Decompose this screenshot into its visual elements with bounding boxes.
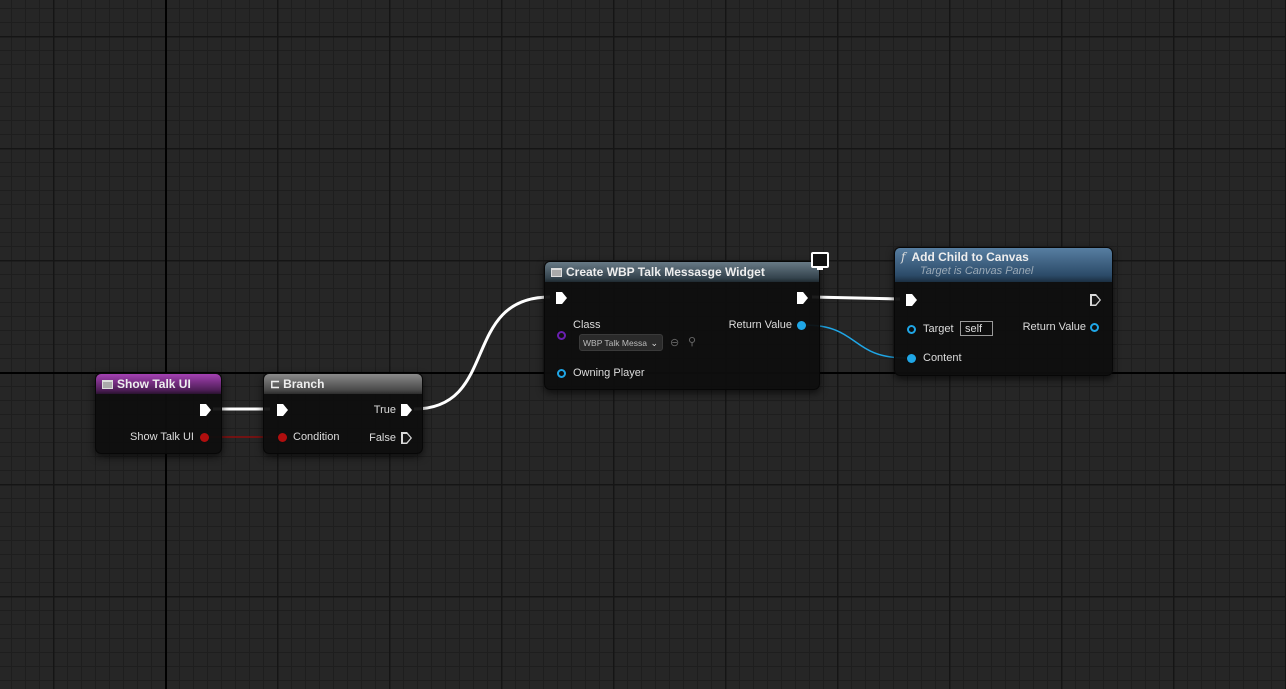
exec-in-pin[interactable]: [906, 294, 917, 306]
exec-false-pin[interactable]: [401, 432, 412, 444]
node-title: Show Talk UI: [117, 377, 191, 391]
wire-exec-true-to-create: [413, 295, 551, 411]
pin-label-show-talk-ui: Show Talk UI: [130, 431, 194, 443]
exec-true-pin[interactable]: [401, 404, 412, 416]
pin-label-owning-player: Owning Player: [573, 367, 645, 379]
pin-label-true: True: [373, 404, 396, 416]
condition-pin[interactable]: [278, 433, 287, 442]
node-header[interactable]: Show Talk UI: [96, 374, 221, 394]
node-title: Create WBP Talk Messasge Widget: [566, 265, 765, 279]
class-select-value: WBP Talk Messa: [583, 338, 647, 348]
return-value-pin[interactable]: [797, 321, 806, 330]
branch-icon: ⊏: [270, 377, 281, 391]
target-input[interactable]: self: [960, 321, 993, 336]
node-add-child-to-canvas[interactable]: f Add Child to Canvas Target is Canvas Pa…: [894, 247, 1113, 376]
exec-out-pin[interactable]: [200, 404, 211, 416]
node-subtitle: Target is Canvas Panel: [920, 265, 1034, 277]
content-pin[interactable]: [907, 354, 916, 363]
exec-in-pin[interactable]: [277, 404, 288, 416]
pin-label-content: Content: [923, 352, 962, 364]
exec-in-pin[interactable]: [556, 292, 567, 304]
exec-out-pin[interactable]: [797, 292, 808, 304]
chevron-down-icon: ⌄: [650, 338, 658, 348]
grid-axis-vertical: [165, 0, 167, 689]
exec-out-pin[interactable]: [1090, 294, 1101, 306]
wire-exec-create-to-addchild: [811, 295, 901, 301]
return-value-pin[interactable]: [1090, 323, 1099, 332]
pin-label-target: Target: [923, 323, 954, 335]
node-branch[interactable]: ⊏ Branch Condition True False: [263, 373, 423, 454]
node-header[interactable]: f Add Child to Canvas Target is Canvas Pa…: [895, 248, 1112, 282]
node-create-widget[interactable]: Create WBP Talk Messasge Widget Class WB…: [544, 261, 820, 390]
bool-out-pin[interactable]: [200, 433, 209, 442]
event-icon: [102, 380, 113, 389]
browse-icon[interactable]: ⚲: [688, 335, 696, 348]
pin-label-return-value: Return Value: [1022, 321, 1086, 333]
node-header[interactable]: ⊏ Branch: [264, 374, 422, 394]
pin-label-return-value: Return Value: [728, 319, 792, 331]
class-select[interactable]: WBP Talk Messa ⌄: [579, 334, 663, 351]
widget-icon: [551, 268, 562, 277]
owning-player-pin[interactable]: [557, 369, 566, 378]
pin-label-condition: Condition: [293, 431, 340, 443]
class-pin[interactable]: [557, 331, 566, 340]
node-show-talk-ui[interactable]: Show Talk UI Show Talk UI: [95, 373, 222, 454]
node-title: Branch: [283, 377, 325, 391]
use-selected-icon[interactable]: ⊖: [670, 336, 679, 349]
pin-label-false: False: [369, 432, 396, 444]
pin-label-class: Class: [573, 319, 601, 331]
node-header[interactable]: Create WBP Talk Messasge Widget: [545, 262, 819, 282]
function-icon: f: [901, 250, 906, 264]
monitor-icon: [811, 252, 829, 270]
target-pin[interactable]: [907, 325, 916, 334]
node-title: Add Child to Canvas: [911, 250, 1029, 264]
